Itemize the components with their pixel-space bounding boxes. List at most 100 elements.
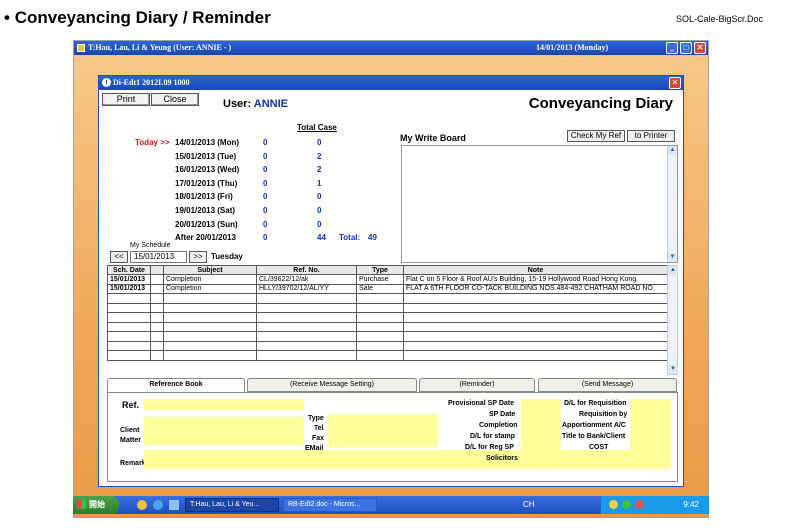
diary-heading: Conveyancing Diary [528, 95, 673, 112]
taskbar: 開始 T:Hau, Lau, Li & Yeu... RB-Edt2.doc -… [73, 496, 709, 514]
table-cell [356, 331, 404, 342]
schedule-count-total: 2 [317, 165, 322, 175]
document-heading: • Conveyancing Diary / Reminder [4, 8, 271, 27]
table-row-empty[interactable] [107, 312, 668, 323]
table-row-empty[interactable] [107, 293, 668, 304]
app-titlebar: T:Hau, Lau, Li & Yeung (User: ANNIE - ) … [74, 41, 708, 55]
table-cell [163, 331, 257, 342]
tray-network-icon[interactable] [622, 500, 631, 509]
app-close-button[interactable]: ✕ [694, 42, 706, 54]
table-cell: 15/01/2013 [107, 274, 151, 285]
table-scrollbar[interactable]: ▲ ▼ [667, 265, 678, 375]
ie-icon[interactable] [153, 500, 163, 510]
tab-send-message[interactable]: (Send Message) [538, 378, 677, 392]
table-row-empty[interactable] [107, 340, 668, 351]
dates-input[interactable] [521, 399, 561, 451]
to-printer-button[interactable]: to Printer [627, 130, 675, 142]
table-scroll-down-icon[interactable]: ▼ [668, 365, 678, 374]
scroll-down-icon[interactable]: ▼ [668, 253, 677, 262]
type-label: Type [308, 415, 324, 422]
close-button[interactable]: Close [151, 93, 199, 106]
schedule-date-input[interactable]: 15/01/2013 [130, 251, 187, 263]
table-cell [356, 350, 404, 361]
column-header[interactable] [150, 265, 164, 275]
cost-label: COST [589, 444, 609, 451]
scroll-up-icon[interactable]: ▲ [668, 146, 677, 155]
schedule-count-mine: 0 [263, 206, 268, 215]
next-day-button[interactable]: >> [189, 251, 207, 263]
table-row-empty[interactable] [107, 331, 668, 342]
table-cell [150, 312, 164, 323]
table-cell [150, 293, 164, 304]
desktop-icon[interactable] [169, 500, 179, 510]
minimize-button[interactable]: _ [666, 42, 678, 54]
table-cell [163, 293, 257, 304]
today-marker: Today >> [135, 138, 170, 147]
table-cell [150, 321, 164, 332]
write-board-scrollbar[interactable]: ▲ ▼ [667, 146, 677, 262]
column-header[interactable]: Note [403, 265, 668, 275]
dl-stamp-label: D/L for stamp [470, 433, 515, 440]
column-header[interactable]: Type [356, 265, 404, 275]
print-button[interactable]: Print [102, 93, 150, 106]
schedule-count-total: 0 [317, 206, 322, 215]
requisition-by-label: Requisition by [579, 411, 628, 418]
table-cell [356, 321, 404, 332]
tray-volume-icon[interactable] [635, 500, 644, 509]
start-button[interactable]: 開始 [73, 496, 119, 514]
contact-input[interactable] [328, 414, 438, 447]
schedule-count-mine: 0 [263, 192, 268, 202]
table-cell: 15/01/2013 [107, 283, 151, 294]
schedule-date: 15/01/2013 (Tue) [175, 151, 237, 161]
task-button-word[interactable]: RB-Edt2.doc - Micros... [283, 498, 377, 512]
table-cell [107, 293, 151, 304]
column-header[interactable]: Sch. Date [107, 265, 151, 275]
table-row-empty[interactable] [107, 321, 668, 332]
table-cell [163, 312, 257, 323]
table-scroll-up-icon[interactable]: ▲ [668, 266, 678, 275]
table-cell [256, 321, 357, 332]
tab-receive-message-setting[interactable]: (Receive Message Setting) [247, 378, 417, 392]
task-button-app[interactable]: T:Hau, Lau, Li & Yeu... [185, 498, 279, 512]
table-cell [403, 302, 668, 313]
tray-shield-icon[interactable] [609, 500, 618, 509]
table-row-empty[interactable] [107, 350, 668, 361]
table-row[interactable]: 15/01/2013 Completion HLLY/39702/12/AL/YY S… [107, 283, 668, 294]
user-name: ANNIE [253, 98, 289, 110]
table-cell [107, 302, 151, 313]
completion-label: Completion [479, 422, 518, 429]
language-indicator[interactable]: CH [523, 498, 535, 512]
column-header[interactable]: Subject [163, 265, 257, 275]
requisition-input[interactable] [630, 399, 671, 451]
tab-reference-book[interactable]: Reference Book [107, 378, 245, 392]
check-my-ref-button[interactable]: Check My Ref [567, 130, 625, 142]
table-row-empty[interactable] [107, 302, 668, 313]
column-header[interactable]: Ref. No. [256, 265, 357, 275]
schedule-count-mine: 0 [263, 138, 268, 147]
table-row[interactable]: 15/01/2013 Completion CL/39622/12/ak Purcha… [107, 274, 668, 285]
table-cell [256, 312, 357, 323]
app-title: T:Hau, Lau, Li & Yeung (User: ANNIE - ) [88, 43, 232, 52]
windows-logo-icon [77, 500, 86, 509]
dialog-close-icon[interactable]: ✕ [669, 77, 681, 89]
dialog-titlebar: i Di-Edt1 2012L09 1000 ✕ [99, 76, 683, 90]
maximize-button[interactable]: □ [680, 42, 692, 54]
table-cell: HLLY/39702/12/AL/YY [256, 283, 357, 294]
remark-input[interactable] [144, 450, 671, 469]
table-cell [356, 340, 404, 351]
table-cell [256, 350, 357, 361]
quick-launch-icon[interactable] [137, 500, 147, 510]
client-matter-input[interactable] [144, 417, 304, 445]
table-cell [403, 331, 668, 342]
schedule-count-mine: 0 [263, 151, 268, 161]
dl-requisition-label: D/L for Requisition [564, 400, 627, 407]
ref-input[interactable] [144, 399, 304, 410]
prev-day-button[interactable]: << [110, 251, 128, 263]
table-cell [403, 312, 668, 323]
info-icon: i [102, 78, 111, 87]
tab-reminder[interactable]: (Reminder) [419, 378, 535, 392]
write-board-textarea[interactable]: ▲ ▼ [401, 145, 678, 263]
fax-label: Fax [312, 435, 325, 442]
my-schedule-label: My Schedule [130, 242, 171, 249]
schedule-count-total: 0 [317, 219, 322, 229]
